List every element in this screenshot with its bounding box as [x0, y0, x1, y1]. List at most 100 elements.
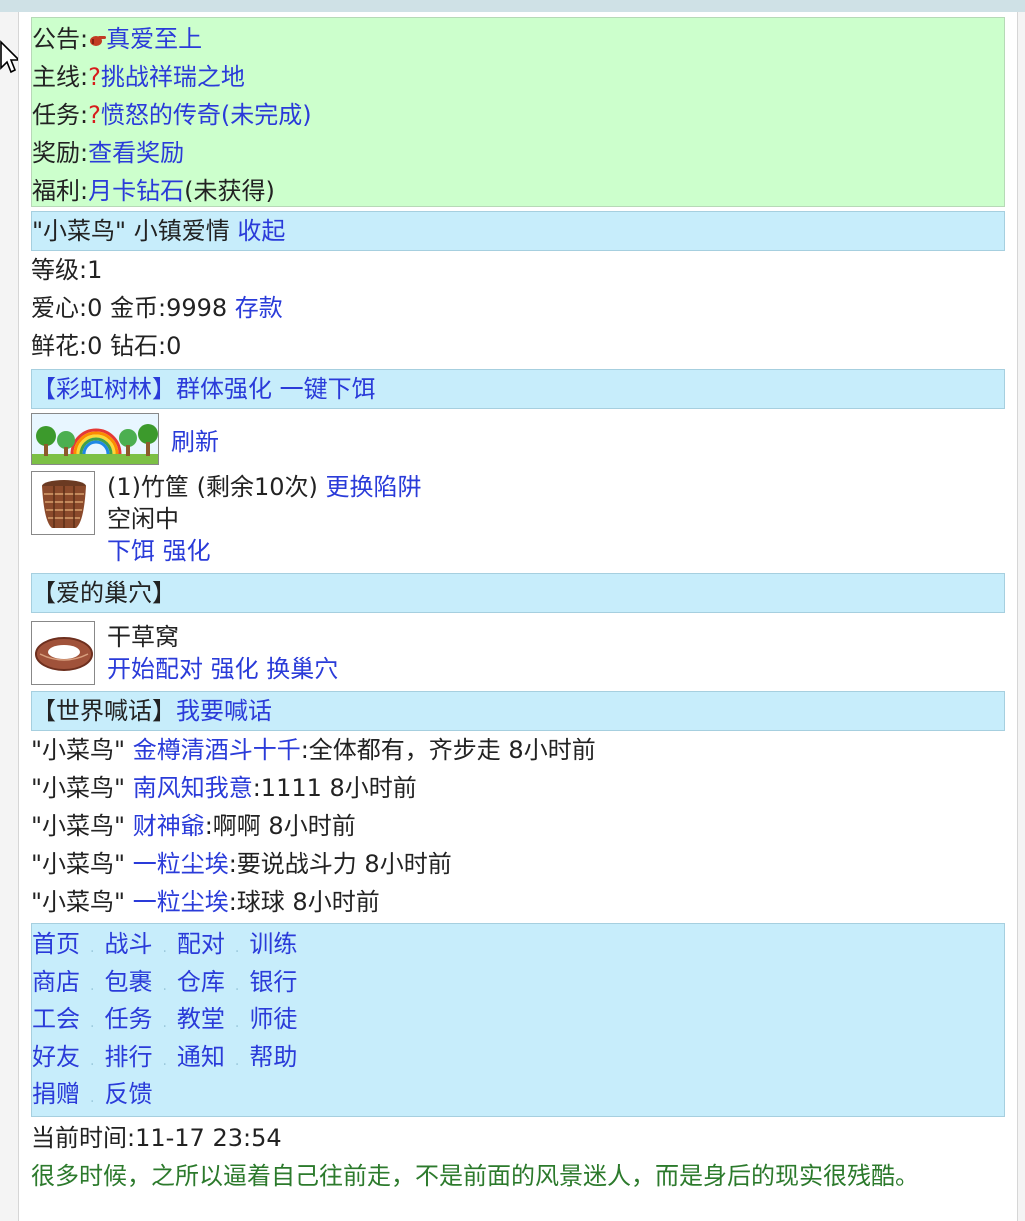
- shout-list: "小菜鸟" 金樽清酒斗十千:全体都有，齐步走 8小时前 "小菜鸟" 南风知我意:…: [31, 731, 1005, 921]
- trap-actions: 下饵 强化: [107, 535, 422, 567]
- shout-message: "小菜鸟" 财神爺:啊啊 8小时前: [31, 807, 1005, 845]
- shout-header: 【世界喊话】我要喊话: [31, 691, 1005, 731]
- main-question-mark: ?: [88, 63, 101, 91]
- welfare-link[interactable]: 月卡钻石: [88, 177, 184, 205]
- nav-feedback[interactable]: 反馈: [104, 1080, 152, 1108]
- shout-link[interactable]: 我要喊话: [176, 697, 272, 725]
- nav-battle[interactable]: 战斗: [104, 930, 152, 958]
- shout-user-link[interactable]: 一粒尘埃: [133, 850, 229, 878]
- one-key-bait-link[interactable]: 一键下饵: [280, 375, 376, 403]
- change-trap-link[interactable]: 更换陷阱: [326, 473, 422, 501]
- announce-label: 公告:: [32, 25, 89, 53]
- nest-header: 【爱的巢穴】: [31, 573, 1005, 613]
- deposit-link[interactable]: 存款: [235, 294, 283, 322]
- main-quest-link[interactable]: 挑战祥瑞之地: [101, 63, 245, 91]
- nav-separator: .: [234, 1015, 240, 1031]
- forest-title: 【彩虹树林】: [32, 375, 176, 403]
- nest-row: 干草窝 开始配对 强化 换巢穴: [31, 621, 1005, 685]
- reward-line: 奖励:查看奖励: [32, 134, 1004, 172]
- trap-boost-link[interactable]: 强化: [163, 537, 211, 565]
- nav-separator: .: [90, 977, 95, 994]
- shout-user-link[interactable]: 南风知我意: [133, 774, 253, 802]
- reward-label: 奖励:: [32, 139, 89, 167]
- trap-status: 空闲中: [107, 505, 179, 533]
- trap-info-line: (1)竹筐 (剩余10次) 更换陷阱: [107, 471, 422, 503]
- nav-donate[interactable]: 捐赠: [32, 1080, 80, 1108]
- nav-friends[interactable]: 好友: [32, 1043, 80, 1071]
- reward-link[interactable]: 查看奖励: [88, 139, 184, 167]
- nest-actions: 开始配对 强化 换巢穴: [107, 653, 338, 685]
- task-link[interactable]: 愤怒的传奇(未完成): [101, 101, 312, 129]
- shout-message: "小菜鸟" 金樽清酒斗十千:全体都有，齐步走 8小时前: [31, 731, 1005, 769]
- shout-text: :要说战斗力 8小时前: [228, 850, 452, 878]
- nav-training[interactable]: 训练: [249, 930, 297, 958]
- shout-sender: "小菜鸟": [31, 888, 126, 916]
- task-label: 任务:: [32, 101, 89, 129]
- nest-boost-link[interactable]: 强化: [211, 655, 259, 683]
- forest-header: 【彩虹树林】群体强化 一键下饵: [31, 369, 1005, 409]
- task-question-mark: ?: [88, 101, 101, 129]
- forest-scene-row: 刷新: [31, 413, 1005, 465]
- love-gold-text: 爱心:0 金币:9998: [31, 294, 228, 322]
- start-pair-link[interactable]: 开始配对: [107, 655, 203, 683]
- main-quest-line: 主线:?挑战祥瑞之地: [32, 58, 1004, 96]
- nav-tasks[interactable]: 任务: [104, 1005, 152, 1033]
- main-label: 主线:: [32, 63, 89, 91]
- shout-user-link[interactable]: 财神爺: [133, 812, 205, 840]
- nav-help[interactable]: 帮助: [249, 1043, 297, 1071]
- change-nest-link[interactable]: 换巢穴: [266, 655, 338, 683]
- nav-notice[interactable]: 通知: [177, 1043, 225, 1071]
- welfare-line: 福利:月卡钻石(未获得): [32, 172, 1004, 210]
- profile-header: "小菜鸟" 小镇爱情 收起: [31, 211, 1005, 251]
- nav-mentor[interactable]: 师徒: [249, 1005, 297, 1033]
- shout-sender: "小菜鸟": [31, 812, 126, 840]
- trap-row: (1)竹筐 (剩余10次) 更换陷阱 空闲中 下饵 强化: [31, 471, 1005, 567]
- shout-user-link[interactable]: 一粒尘埃: [133, 888, 229, 916]
- shout-sender: "小菜鸟": [31, 736, 126, 764]
- nest-name: 干草窝: [107, 623, 179, 651]
- nav-shop[interactable]: 商店: [32, 968, 80, 996]
- nav-separator: .: [234, 940, 240, 956]
- nav-row: 好友. 排行. 通知. 帮助: [32, 1039, 1004, 1077]
- notice-box: 公告: 真爱至上 主线:?挑战祥瑞之地 任务:?愤怒的传奇(未完成) 奖励:查看奖…: [31, 17, 1005, 207]
- group-boost-link[interactable]: 群体强化: [176, 375, 272, 403]
- nav-separator: .: [90, 1090, 95, 1106]
- nav-bank[interactable]: 银行: [249, 968, 297, 996]
- trap-details: (1)竹筐 (剩余10次) 更换陷阱 空闲中 下饵 强化: [107, 471, 422, 567]
- love-gold-line: 爱心:0 金币:9998 存款: [31, 289, 1005, 327]
- shout-text: :1111 8小时前: [252, 774, 417, 802]
- nav-row: 捐赠. 反馈: [32, 1076, 1004, 1114]
- nav-pairing[interactable]: 配对: [177, 930, 225, 958]
- shout-message: "小菜鸟" 一粒尘埃:要说战斗力 8小时前: [31, 845, 1005, 883]
- shout-sender: "小菜鸟": [31, 850, 126, 878]
- welfare-label: 福利:: [32, 177, 89, 205]
- shout-sender: "小菜鸟": [31, 774, 126, 802]
- page-container: 公告: 真爱至上 主线:?挑战祥瑞之地 任务:?愤怒的传奇(未完成) 奖励:查看奖…: [18, 12, 1018, 1221]
- nav-guild[interactable]: 工会: [32, 1005, 80, 1033]
- nav-separator: .: [162, 1052, 167, 1069]
- current-time: 当前时间:11-17 23:54: [31, 1123, 282, 1152]
- refresh-link[interactable]: 刷新: [171, 422, 219, 457]
- collapse-link[interactable]: 收起: [237, 217, 285, 245]
- nav-separator: .: [90, 1052, 95, 1069]
- nav-separator: .: [234, 977, 240, 994]
- level-line: 等级:1: [31, 256, 103, 284]
- nav-home[interactable]: 首页: [32, 930, 80, 958]
- nest-title: 【爱的巢穴】: [32, 579, 176, 607]
- bamboo-basket-image: [31, 471, 95, 535]
- nav-row: 首页. 战斗. 配对. 训练: [32, 926, 1004, 964]
- nav-bag[interactable]: 包裹: [104, 968, 152, 996]
- shout-user-link[interactable]: 金樽清酒斗十千: [133, 736, 301, 764]
- nav-ranking[interactable]: 排行: [104, 1043, 152, 1071]
- nav-menu: 首页. 战斗. 配对. 训练 商店. 包裹. 仓库. 银行 工会. 任务. 教堂. 师徒 好友. 排…: [31, 923, 1005, 1117]
- nav-warehouse[interactable]: 仓库: [177, 968, 225, 996]
- browser-top-strip: [0, 0, 1025, 12]
- nav-church[interactable]: 教堂: [177, 1005, 225, 1033]
- shout-message: "小菜鸟" 一粒尘埃:球球 8小时前: [31, 883, 1005, 921]
- bait-link[interactable]: 下饵: [107, 537, 155, 565]
- shout-title: 【世界喊话】: [32, 697, 176, 725]
- announce-link[interactable]: 真爱至上: [106, 25, 202, 53]
- rainbow-forest-image: [31, 413, 159, 465]
- profile-name: "小菜鸟" 小镇爱情: [32, 217, 230, 245]
- task-line: 任务:?愤怒的传奇(未完成): [32, 96, 1004, 134]
